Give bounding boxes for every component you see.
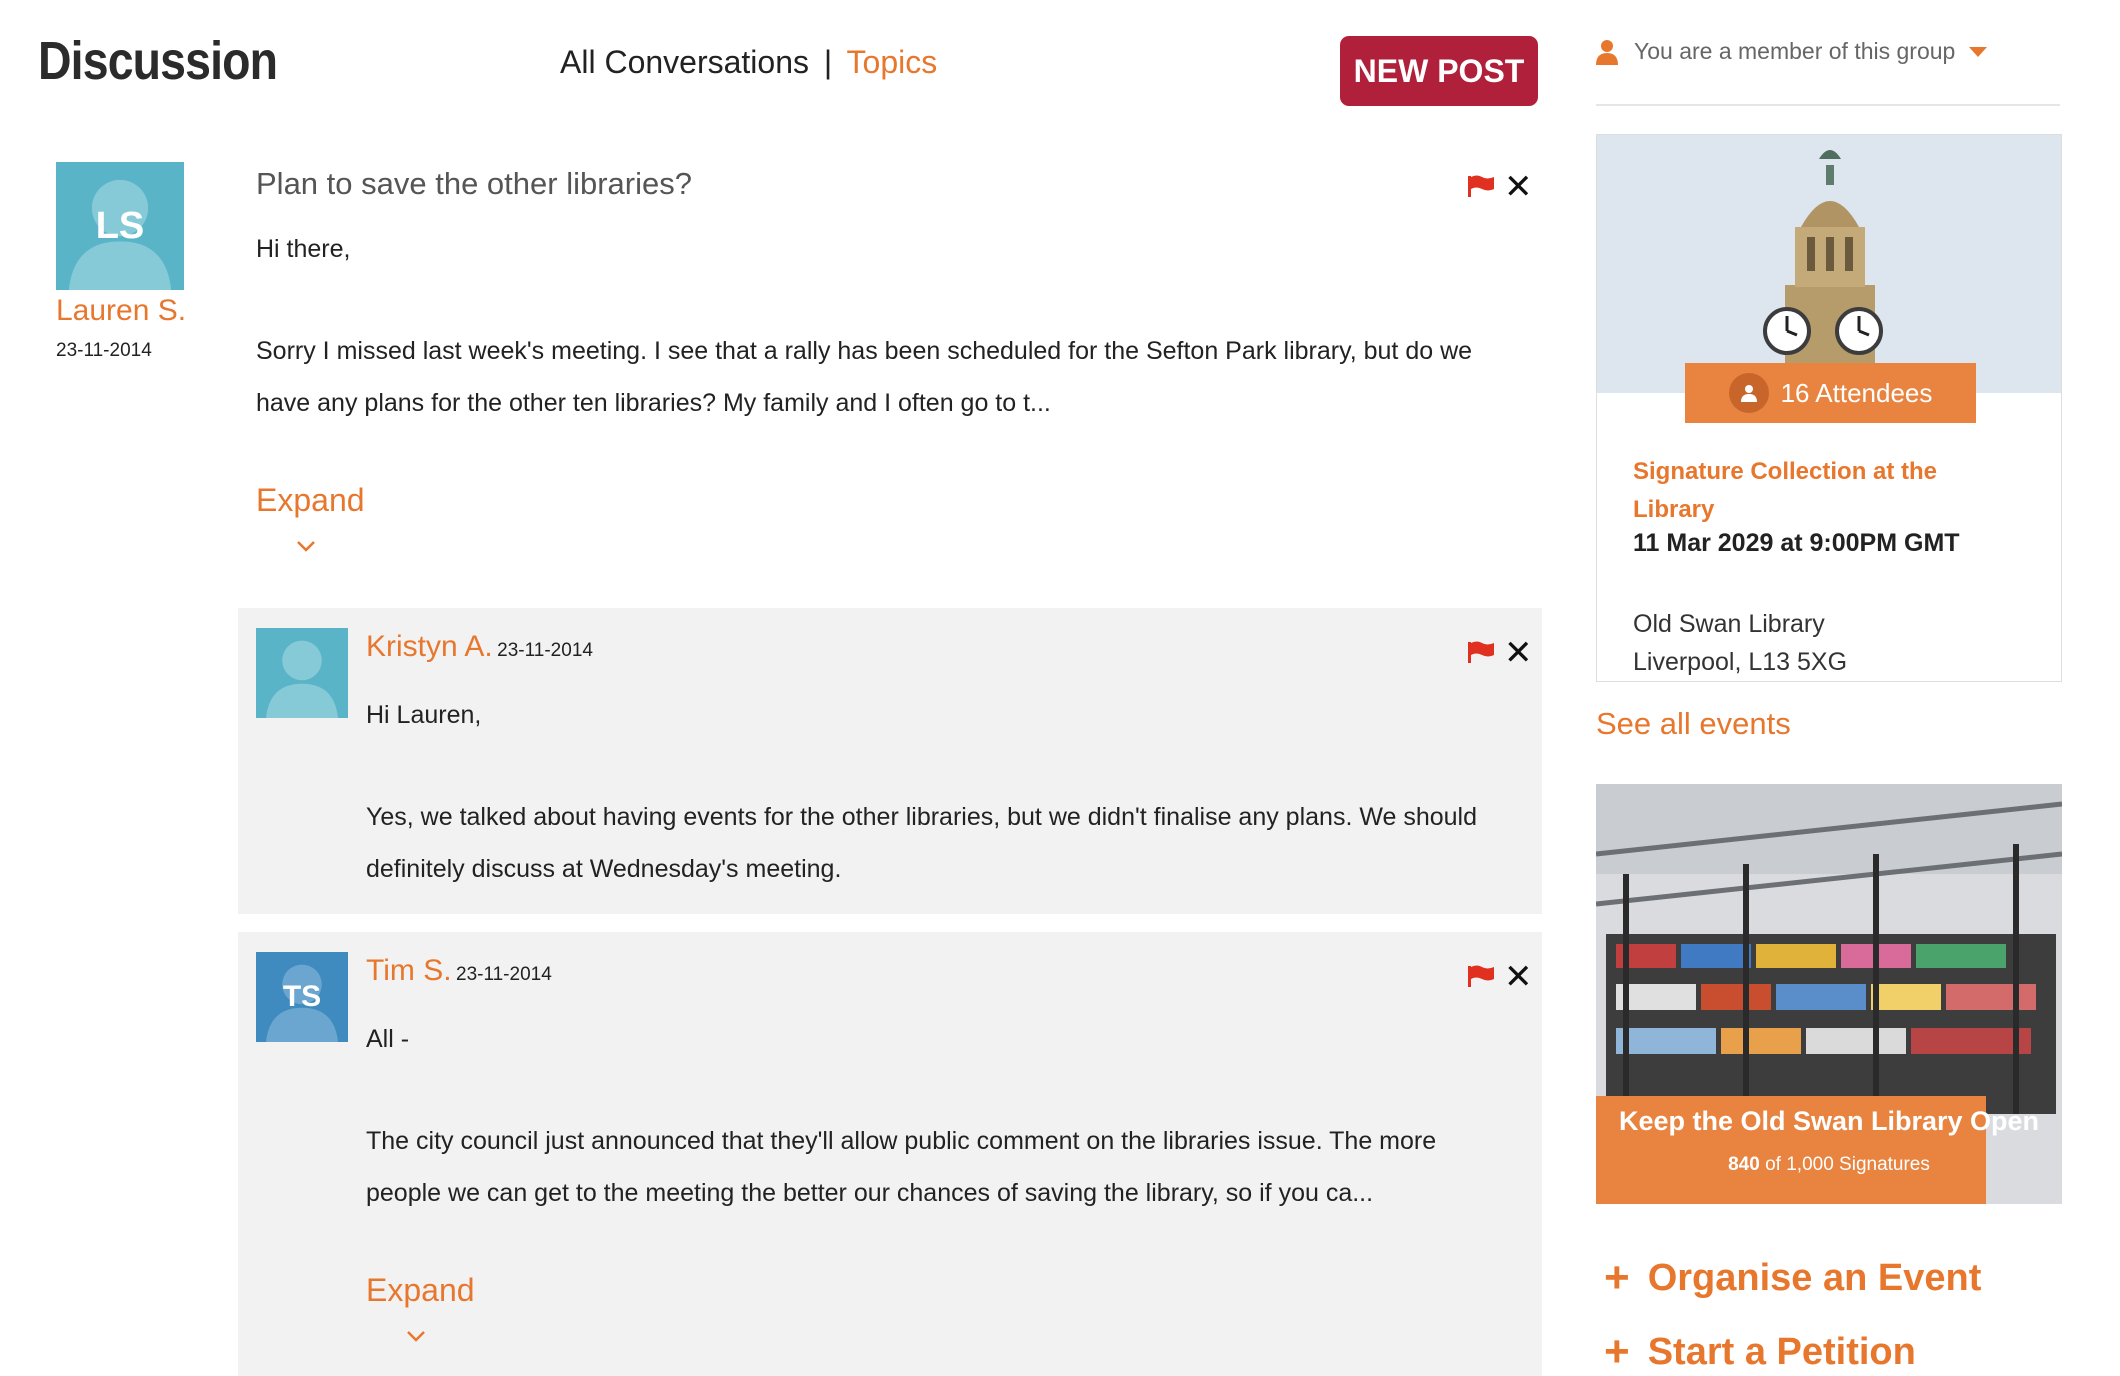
- avatar-initials: LS: [95, 204, 145, 247]
- petition-card[interactable]: Keep the Old Swan Library Open 840 of 1,…: [1596, 784, 2062, 1204]
- conversation-nav: All Conversations | Topics: [560, 44, 937, 81]
- person-silhouette-icon: [266, 640, 338, 718]
- petition-signatures: 840 of 1,000 Signatures: [1596, 1154, 2062, 1176]
- event-address: Old Swan Library Liverpool, L13 5XG: [1633, 605, 1847, 681]
- post-title[interactable]: Plan to save the other libraries?: [256, 166, 692, 202]
- plus-icon: +: [1604, 1327, 1630, 1376]
- nav-separator: |: [823, 44, 833, 80]
- reply-card: Kristyn A. 23-11-2014 ✕ Hi Lauren, Yes, …: [238, 608, 1542, 914]
- page-title: Discussion: [38, 31, 278, 91]
- avatar[interactable]: [256, 628, 348, 718]
- sidebar-divider: [1596, 104, 2060, 106]
- event-title[interactable]: Signature Collection at the Library: [1633, 453, 2013, 529]
- event-datetime: 11 Mar 2029 at 9:00PM GMT: [1633, 529, 1960, 557]
- post-body-line: Sorry I missed last week's meeting. I se…: [256, 337, 1473, 365]
- petition-title: Keep the Old Swan Library Open: [1618, 1106, 2040, 1136]
- post-author[interactable]: Lauren S.: [56, 294, 186, 328]
- flag-icon[interactable]: [1467, 640, 1495, 669]
- tab-all-conversations[interactable]: All Conversations: [560, 44, 809, 80]
- reply-greeting: Hi Lauren,: [366, 701, 482, 729]
- expand-link[interactable]: Expand: [366, 1272, 475, 1309]
- reply-body-line: definitely discuss at Wednesday's meetin…: [366, 855, 842, 883]
- start-petition-label: Start a Petition: [1647, 1330, 1916, 1373]
- post-body-line: have any plans for the other ten librari…: [256, 389, 1051, 417]
- reply-date: 23-11-2014: [456, 964, 552, 985]
- caret-down-icon[interactable]: [1969, 46, 1988, 57]
- post-date: 23-11-2014: [56, 340, 152, 361]
- organise-event-label: Organise an Event: [1647, 1256, 1982, 1299]
- event-address-line: Old Swan Library: [1633, 610, 1825, 638]
- reply-body-line: Yes, we talked about having events for t…: [366, 803, 1477, 831]
- event-address-line: Liverpool, L13 5XG: [1633, 648, 1848, 676]
- reply-author[interactable]: Kristyn A.: [366, 630, 493, 663]
- see-all-events-link[interactable]: See all events: [1596, 706, 1791, 742]
- membership-status: You are a member of this group: [1634, 38, 1956, 64]
- close-icon[interactable]: ✕: [1504, 170, 1533, 204]
- close-icon[interactable]: ✕: [1504, 960, 1533, 994]
- event-card[interactable]: 16 Attendees Signature Collection at the…: [1596, 134, 2062, 682]
- membership-dropdown[interactable]: You are a member of this group: [1596, 38, 1988, 65]
- tab-topics[interactable]: Topics: [847, 44, 938, 80]
- close-icon[interactable]: ✕: [1504, 636, 1533, 670]
- reply-date: 23-11-2014: [497, 640, 593, 661]
- expand-link[interactable]: Expand: [256, 482, 365, 519]
- flag-icon[interactable]: [1467, 964, 1495, 993]
- plus-icon: +: [1604, 1253, 1630, 1302]
- post-greeting: Hi there,: [256, 235, 351, 263]
- chevron-down-icon[interactable]: [406, 1322, 426, 1348]
- avatar[interactable]: LS: [56, 162, 184, 290]
- reply-author[interactable]: Tim S.: [366, 954, 452, 987]
- user-icon: [1596, 39, 1618, 65]
- signature-count: 840: [1728, 1154, 1760, 1175]
- reply-card: TS Tim S. 23-11-2014 ✕ All - The city co…: [238, 932, 1542, 1376]
- start-petition-button[interactable]: + Start a Petition: [1604, 1330, 1916, 1374]
- avatar[interactable]: TS: [256, 952, 348, 1042]
- reply-body-line: The city council just announced that the…: [366, 1127, 1437, 1155]
- attendees-badge: 16 Attendees: [1685, 363, 1976, 423]
- attendee-icon: [1728, 373, 1769, 413]
- reply-greeting: All -: [366, 1025, 410, 1053]
- new-post-button[interactable]: NEW POST: [1340, 36, 1538, 106]
- attendees-count: 16 Attendees: [1780, 377, 1933, 408]
- reply-body-line: people we can get to the meeting the bet…: [366, 1179, 1374, 1207]
- avatar-initials: TS: [282, 980, 322, 1013]
- flag-icon[interactable]: [1467, 174, 1495, 203]
- event-image: [1597, 135, 2061, 393]
- chevron-down-icon[interactable]: [296, 532, 316, 558]
- signature-goal: of 1,000 Signatures: [1765, 1154, 1930, 1175]
- organise-event-button[interactable]: + Organise an Event: [1604, 1256, 1981, 1300]
